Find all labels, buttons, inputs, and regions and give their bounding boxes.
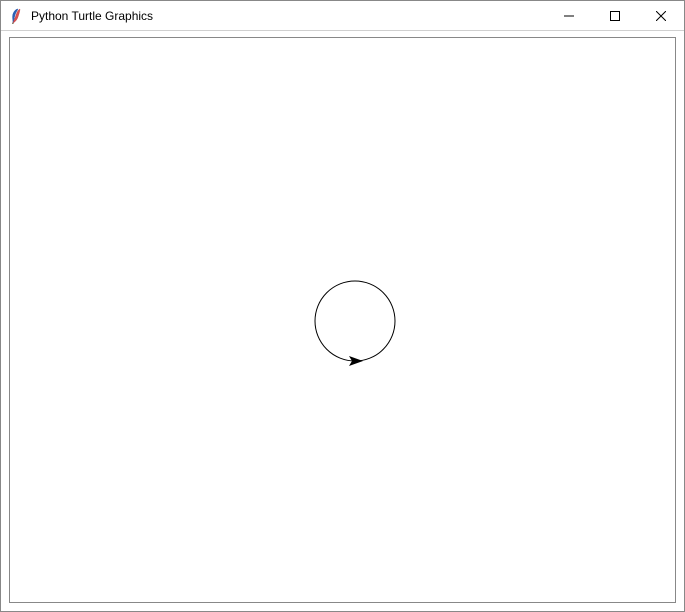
turtle-drawing (10, 38, 675, 602)
close-button[interactable] (638, 1, 684, 30)
maximize-button[interactable] (592, 1, 638, 30)
application-window: Python Turtle Graphics (0, 0, 685, 612)
python-feather-icon (9, 8, 25, 24)
minimize-button[interactable] (546, 1, 592, 30)
window-controls (546, 1, 684, 30)
titlebar[interactable]: Python Turtle Graphics (1, 1, 684, 31)
canvas-frame (9, 37, 676, 603)
drawn-circle (315, 281, 395, 361)
turtle-canvas (10, 38, 675, 602)
window-title: Python Turtle Graphics (31, 9, 546, 23)
